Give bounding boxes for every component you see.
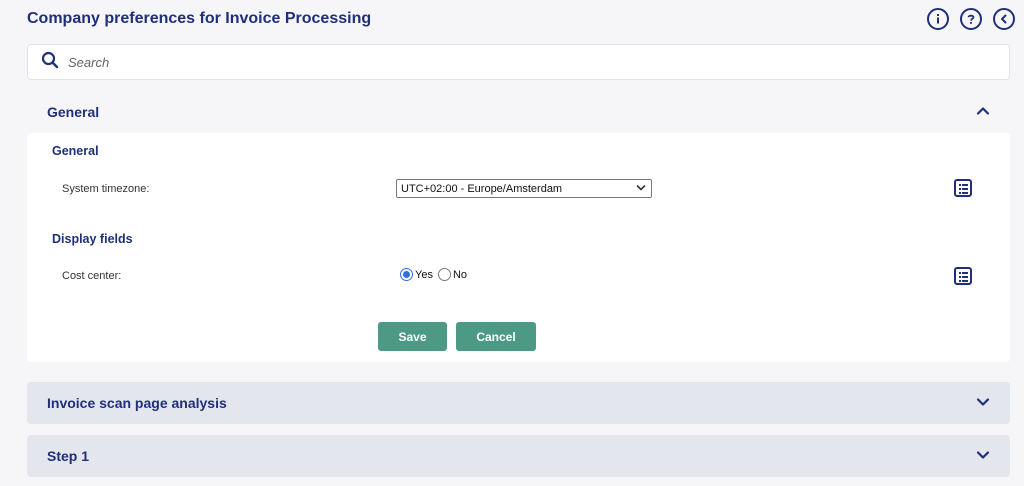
- radio-no-label[interactable]: No: [453, 269, 467, 281]
- section-header-step-1[interactable]: Step 1: [27, 435, 1010, 477]
- section-header-general[interactable]: General: [27, 90, 1010, 133]
- timezone-select[interactable]: UTC+02:00 - Europe/Amsterdam: [396, 179, 652, 198]
- radio-yes[interactable]: [400, 268, 413, 281]
- group-title-display-fields: Display fields: [52, 232, 133, 246]
- back-icon[interactable]: [993, 8, 1015, 30]
- search-box: [27, 44, 1010, 80]
- chevron-up-icon[interactable]: [976, 103, 990, 121]
- group-title-general: General: [52, 144, 99, 158]
- page-title: Company preferences for Invoice Processi…: [27, 10, 372, 27]
- search-input[interactable]: [68, 54, 968, 70]
- details-list-icon[interactable]: [954, 179, 972, 197]
- chevron-down-icon: [636, 183, 646, 196]
- general-panel: General System timezone: UTC+02:00 - Eur…: [27, 133, 1010, 362]
- chevron-down-icon[interactable]: [976, 394, 990, 412]
- section-header-invoice-scan[interactable]: Invoice scan page analysis: [27, 382, 1010, 424]
- section-title-invoice-scan: Invoice scan page analysis: [47, 395, 227, 411]
- section-title-step-1: Step 1: [47, 448, 90, 464]
- radio-yes-label[interactable]: Yes: [415, 269, 433, 281]
- help-icon[interactable]: [960, 8, 982, 30]
- cancel-button[interactable]: Cancel: [456, 322, 536, 351]
- search-icon: [41, 51, 59, 74]
- info-icon[interactable]: [927, 8, 949, 30]
- cost-center-label: Cost center:: [62, 270, 122, 282]
- chevron-down-icon[interactable]: [976, 447, 990, 465]
- section-title-general: General: [47, 103, 100, 120]
- save-button[interactable]: Save: [378, 322, 447, 351]
- header-icons: [927, 8, 1015, 30]
- radio-no[interactable]: [437, 268, 451, 281]
- page-header: Company preferences for Invoice Processi…: [27, 0, 1017, 38]
- timezone-value: UTC+02:00 - Europe/Amsterdam: [401, 182, 563, 195]
- timezone-label: System timezone:: [62, 183, 150, 195]
- cost-center-radio-group: Yes No: [400, 268, 472, 281]
- details-list-icon[interactable]: [954, 267, 972, 285]
